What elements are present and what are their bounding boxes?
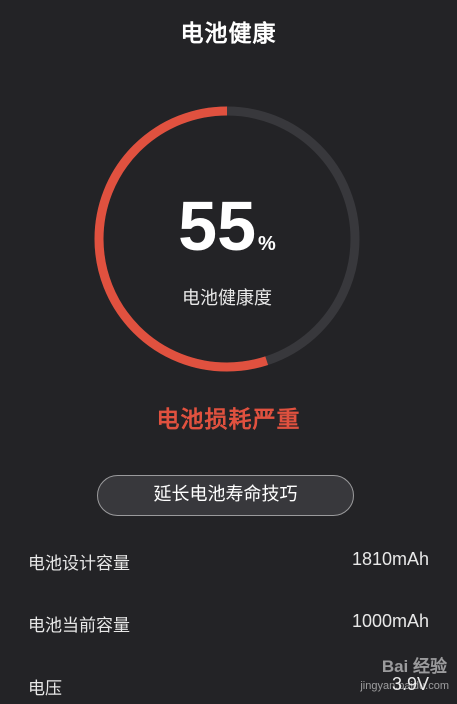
battery-tips-button[interactable]: 延长电池寿命技巧 (97, 475, 354, 516)
detail-label: 电池当前容量 (28, 616, 130, 636)
status-warning-text: 电池损耗严重 (156, 407, 301, 433)
detail-row-design-capacity: 电池设计容量 1810mAh (28, 549, 429, 579)
baidu-jingyan-watermark: Bai 经验 jingyan.baidu.com (331, 650, 451, 700)
watermark-logo-text: Bai 经验 (381, 657, 447, 676)
page-title: 电池健康 (180, 21, 277, 47)
percent-unit: % (258, 233, 276, 255)
gauge-label: 电池健康度 (182, 288, 272, 309)
detail-label: 电压 (28, 679, 62, 699)
battery-health-gauge: 55% 电池健康度 (87, 99, 367, 379)
watermark-site: jingyan.baidu.com (360, 680, 449, 692)
gauge-value: 55% (87, 191, 367, 261)
detail-value: 1810mAh (351, 549, 429, 569)
health-percent-value: 55 (178, 187, 257, 265)
detail-value: 1000mAh (351, 611, 429, 631)
detail-label: 电池设计容量 (28, 554, 130, 574)
detail-row-current-capacity: 电池当前容量 1000mAh (28, 611, 429, 641)
